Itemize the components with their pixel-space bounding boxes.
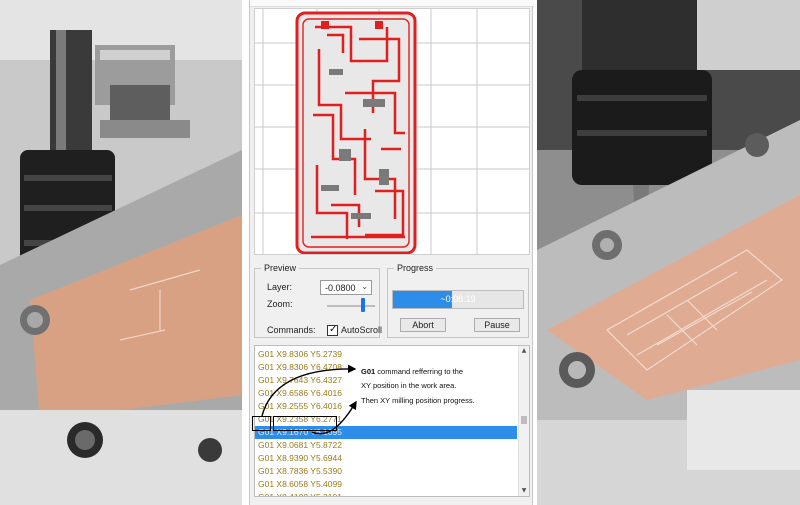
layer-label: Layer: (267, 282, 293, 292)
preview-group-title: Preview (261, 263, 300, 273)
toolpath-preview-canvas[interactable] (254, 8, 530, 255)
annotation-line-3: Then XY milling position progress. (361, 396, 475, 405)
scroll-down-arrow-icon[interactable]: ▼ (519, 486, 529, 496)
gcode-command-row[interactable]: G01 X9.0681 Y5.8722 (255, 439, 517, 452)
abort-button[interactable]: Abort (400, 318, 446, 332)
autoscroll-label[interactable]: AutoScroll (341, 325, 382, 335)
cnc-control-window: ... (249, 0, 534, 505)
highlight-g01-box (252, 416, 271, 431)
zoom-slider-thumb[interactable] (361, 298, 365, 312)
gcode-command-row[interactable]: G01 X8.7836 Y5.5390 (255, 465, 517, 478)
pause-button[interactable]: Pause (474, 318, 520, 332)
pcb-board (295, 11, 417, 254)
progress-group-title: Progress (394, 263, 437, 273)
left-photo-milling-spindle (0, 0, 242, 505)
gcode-command-row[interactable]: G01 X8.4100 Y5.3101 (255, 491, 517, 496)
left-photo-illustration (0, 0, 242, 505)
progress-time-text: ~0:08:19 (440, 294, 476, 304)
highlight-xy-box (273, 416, 337, 431)
menubar: ... (250, 0, 534, 7)
checkmark-icon: ✓ (329, 324, 338, 335)
annotation-line-2: XY position in the work area. (361, 381, 457, 390)
gcode-command-row[interactable]: G01 X8.9390 Y5.6944 (255, 452, 517, 465)
progress-bar: ~0:08:19 (392, 290, 524, 309)
gcode-command-row[interactable]: G01 X8.6058 Y5.4099 (255, 478, 517, 491)
right-photo-milled-pcb (537, 0, 800, 505)
gcode-command-row[interactable]: G01 X9.8306 Y5.2739 (255, 348, 517, 361)
preview-group: Preview Layer: -0.0800 ⌄ Zoom: Commands:… (254, 263, 382, 338)
right-photo-illustration (537, 0, 800, 505)
annotation-line-1: G01 command refferring to the (361, 367, 463, 376)
progress-group: Progress ~0:08:19 Abort Pause (387, 263, 529, 338)
pcb-toolpath-drawing (255, 9, 529, 254)
commands-label: Commands: (267, 325, 316, 335)
scrollbar-thumb[interactable] (521, 416, 527, 424)
command-list-scrollbar[interactable]: ▲ ▼ (518, 346, 529, 496)
scroll-up-arrow-icon[interactable]: ▲ (519, 346, 529, 356)
layer-select[interactable]: -0.0800 ⌄ (320, 280, 372, 295)
annotation-code: G01 (361, 367, 376, 376)
autoscroll-checkbox[interactable]: ✓ (327, 324, 338, 336)
layer-select-value: -0.0800 (325, 283, 356, 293)
zoom-slider-track[interactable] (327, 305, 375, 307)
annotation-line-1-rest: command refferring to the (375, 367, 464, 376)
chevron-down-icon: ⌄ (361, 282, 368, 291)
zoom-label: Zoom: (267, 299, 293, 309)
